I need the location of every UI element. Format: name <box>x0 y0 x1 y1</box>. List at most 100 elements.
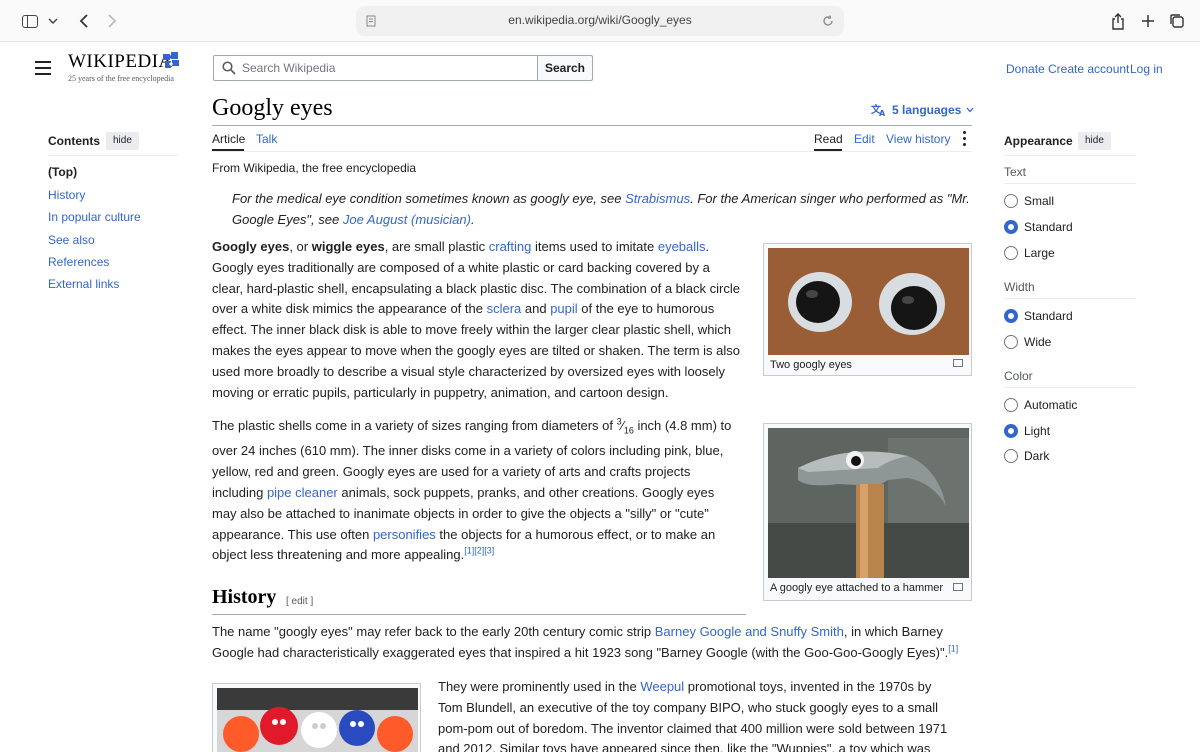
figure-caption: Two googly eyes <box>770 359 852 371</box>
hammer-photo[interactable] <box>768 428 969 578</box>
crafting-link[interactable]: crafting <box>489 239 532 254</box>
tab-edit[interactable]: Edit <box>854 132 875 146</box>
figure-weepuls <box>212 683 421 752</box>
address-bar[interactable]: en.wikipedia.org/wiki/Googly_eyes <box>356 6 844 36</box>
radio-dot <box>1004 194 1018 208</box>
appearance-divider <box>1004 387 1136 388</box>
more-tools-button[interactable] <box>963 130 967 147</box>
radio-label: Standard <box>1024 220 1073 234</box>
barney-google-link[interactable]: Barney Google and Snuffy Smith <box>655 624 844 639</box>
radio-dot <box>1004 220 1018 234</box>
radio-dot <box>1004 335 1018 349</box>
radio-label: Wide <box>1024 335 1052 349</box>
toc-item-external-links[interactable]: External links <box>48 277 119 291</box>
figure-googly-eye-hammer: A googly eye attached to a hammer <box>763 423 972 601</box>
create-account-link[interactable]: Create account <box>1048 62 1129 76</box>
toc-item-top[interactable]: (Top) <box>48 165 77 179</box>
plus-icon <box>1142 15 1154 27</box>
eyeballs-link[interactable]: eyeballs <box>658 239 706 254</box>
languages-label: 5 languages <box>892 103 962 117</box>
toc-item-in-popular-culture[interactable]: In popular culture <box>48 210 141 224</box>
citation-link[interactable]: [1] <box>948 643 958 653</box>
sidebar-icon <box>22 14 38 28</box>
browser-toolbar: en.wikipedia.org/wiki/Googly_eyes <box>0 0 1200 42</box>
enlarge-icon[interactable] <box>953 583 963 591</box>
search-input[interactable] <box>242 56 532 80</box>
appearance-divider <box>1004 155 1136 156</box>
main-menu-button[interactable] <box>35 61 51 75</box>
radio-dot <box>1004 398 1018 412</box>
radio-dot <box>1004 449 1018 463</box>
tab-article[interactable]: Article <box>212 132 245 146</box>
sclera-link[interactable]: sclera <box>487 301 522 316</box>
title-divider <box>212 125 972 126</box>
tab-overview-button[interactable] <box>1168 9 1186 33</box>
svg-text:A: A <box>879 109 886 117</box>
figure-two-googly-eyes: Two googly eyes <box>763 243 972 376</box>
wikipedia-wordmark[interactable]: WIKIPEDIA <box>68 51 173 73</box>
search-icon <box>222 61 236 75</box>
toc-item-references[interactable]: References <box>48 255 109 269</box>
figure-caption: A googly eye attached to a hammer <box>770 582 944 594</box>
languages-button[interactable]: 文A 5 languages <box>871 103 974 117</box>
logo-tagline: 25 years of the free encyclopedia <box>68 74 174 83</box>
history-heading: History <box>212 586 277 608</box>
width-standard-radio[interactable]: Standard <box>1004 309 1073 323</box>
width-wide-radio[interactable]: Wide <box>1004 335 1051 349</box>
color-label: Color <box>1004 369 1033 383</box>
sidebar-toggle-button[interactable] <box>14 9 66 33</box>
text-size-standard-radio[interactable]: Standard <box>1004 220 1073 234</box>
radio-label: Automatic <box>1024 398 1078 412</box>
toc-hide-button[interactable]: hide <box>106 132 139 150</box>
googly-eyes-photo[interactable] <box>768 248 969 355</box>
toc-divider <box>48 155 178 156</box>
log-in-link[interactable]: Log in <box>1130 62 1163 76</box>
tab-view-history[interactable]: View history <box>886 132 950 146</box>
radio-dot <box>1004 246 1018 260</box>
new-tab-button[interactable] <box>1140 9 1156 33</box>
share-button[interactable] <box>1110 9 1126 33</box>
search-box[interactable] <box>213 55 538 81</box>
chevron-down-icon <box>48 18 58 25</box>
section-divider <box>212 614 746 615</box>
weepuls-photo[interactable] <box>217 688 418 752</box>
appearance-divider <box>1004 183 1136 184</box>
forward-button[interactable] <box>104 9 120 33</box>
personifies-link[interactable]: personifies <box>373 527 436 542</box>
toc-item-see-also[interactable]: See also <box>48 233 95 247</box>
donate-link[interactable]: Donate <box>1006 62 1045 76</box>
appearance-hide-button[interactable]: hide <box>1078 132 1111 150</box>
weepul-link[interactable]: Weepul <box>640 679 684 694</box>
pupil-link[interactable]: pupil <box>550 301 577 316</box>
enlarge-icon[interactable] <box>953 359 963 367</box>
url-text: en.wikipedia.org/wiki/Googly_eyes <box>508 13 692 27</box>
radio-label: Dark <box>1024 449 1050 463</box>
search-button[interactable]: Search <box>537 55 593 81</box>
color-automatic-radio[interactable]: Automatic <box>1004 398 1077 412</box>
pipe-cleaner-link[interactable]: pipe cleaner <box>267 485 338 500</box>
radio-label: Standard <box>1024 309 1073 323</box>
reload-icon[interactable] <box>822 15 834 27</box>
color-light-radio[interactable]: Light <box>1004 424 1050 438</box>
toc-item-history[interactable]: History <box>48 188 85 202</box>
tab-read[interactable]: Read <box>814 132 843 146</box>
intro-paragraph: Googly eyes, or wiggle eyes, are small p… <box>212 239 740 400</box>
translate-icon: 文A <box>871 103 886 117</box>
tab-talk[interactable]: Talk <box>256 132 277 146</box>
citation-links[interactable]: [1][2][3] <box>464 546 494 556</box>
site-subtitle: From Wikipedia, the free encyclopedia <box>212 161 417 175</box>
tabs-divider <box>212 151 972 152</box>
back-button[interactable] <box>76 9 92 33</box>
radio-label: Large <box>1024 246 1055 260</box>
color-dark-radio[interactable]: Dark <box>1004 449 1049 463</box>
strabismus-link[interactable]: Strabismus <box>625 191 690 206</box>
width-label: Width <box>1004 280 1035 294</box>
wikipedia-puzzle-logo-icon <box>163 52 179 68</box>
toc-heading: Contents <box>48 134 100 148</box>
sizes-paragraph: The plastic shells come in a variety of … <box>212 416 732 563</box>
history-edit-link[interactable]: [ edit ] <box>286 596 313 607</box>
history-paragraph: The name "googly eyes" may refer back to… <box>212 624 959 660</box>
joe-august-link[interactable]: Joe August (musician) <box>343 212 471 227</box>
text-size-large-radio[interactable]: Large <box>1004 246 1055 260</box>
text-size-small-radio[interactable]: Small <box>1004 194 1054 208</box>
